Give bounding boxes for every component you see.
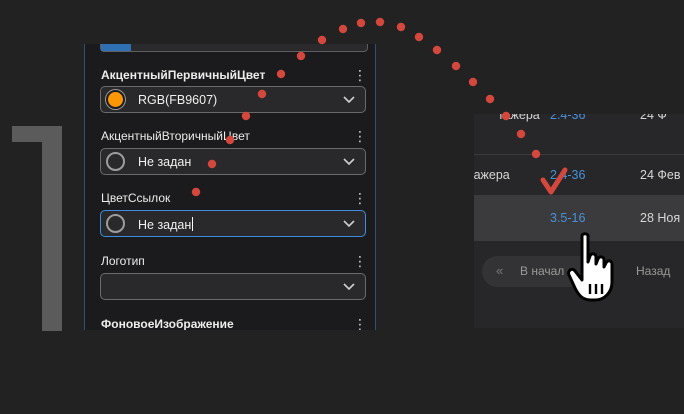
hand-pointer-icon xyxy=(567,232,614,302)
dotted-arrow-annotation xyxy=(191,17,568,197)
